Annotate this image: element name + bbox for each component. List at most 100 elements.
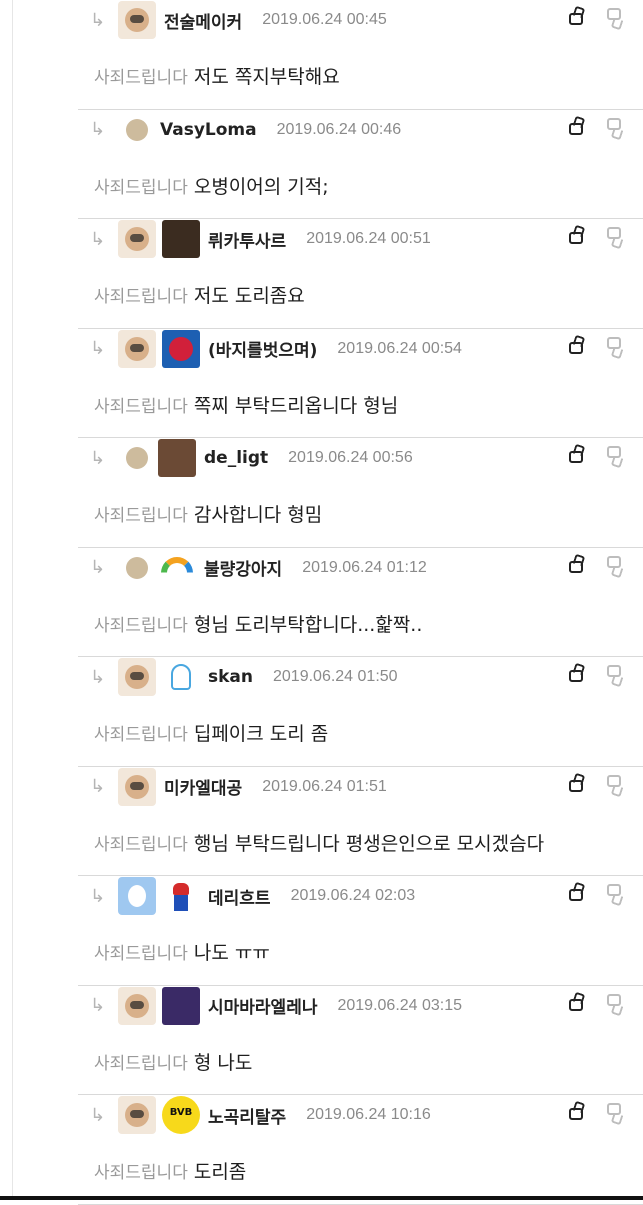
avatar[interactable]	[118, 220, 156, 258]
author-name[interactable]: skan	[208, 667, 253, 687]
reply-to-name[interactable]: 사죄드립니다	[94, 611, 188, 637]
thumbs-down-icon[interactable]	[605, 335, 625, 357]
author-name[interactable]: (바지를벗으며)	[208, 336, 317, 361]
comment-item: ↳ 데리흐트 2019.06.24 02:03 사죄드립니다 나도 ㅠㅠ	[78, 876, 643, 986]
author-name[interactable]: 뤼카투사르	[208, 227, 286, 252]
reply-to-name[interactable]: 사죄드립니다	[94, 720, 188, 746]
vote-buttons	[567, 1101, 625, 1123]
avatar[interactable]	[126, 447, 148, 469]
reply-arrow-icon: ↳	[90, 1104, 106, 1126]
vote-buttons	[567, 773, 625, 795]
thumbs-up-icon[interactable]	[567, 335, 587, 357]
avatar[interactable]	[126, 118, 148, 141]
comment-date: 2019.06.24 01:12	[302, 558, 427, 576]
vote-buttons	[567, 444, 625, 466]
thumbs-down-icon[interactable]	[605, 225, 625, 247]
thumbs-down-icon[interactable]	[605, 6, 625, 28]
thumbs-down-icon[interactable]	[605, 773, 625, 795]
author-name[interactable]: 미카엘대공	[164, 774, 242, 799]
bottom-bar	[0, 1196, 643, 1200]
vote-buttons	[567, 335, 625, 357]
thumbs-up-icon[interactable]	[567, 116, 587, 138]
avatar[interactable]	[118, 877, 156, 915]
user-badge-icon	[158, 439, 196, 477]
vote-buttons	[567, 882, 625, 904]
thumbs-down-icon[interactable]	[605, 116, 625, 138]
reply-arrow-icon: ↳	[90, 119, 106, 140]
author-name[interactable]: 데리흐트	[208, 884, 271, 909]
reply-to-name[interactable]: 사죄드립니다	[94, 1049, 188, 1075]
thumbs-up-icon[interactable]	[567, 444, 587, 466]
comment-date: 2019.06.24 03:15	[337, 996, 463, 1014]
reply-to-name[interactable]: 사죄드립니다	[94, 392, 188, 418]
author-name[interactable]: 시마바라엘레나	[208, 993, 317, 1018]
comment-item: ↳ de_ligt 2019.06.24 00:56 사죄드립니다 감사합니다 …	[78, 438, 643, 548]
avatar[interactable]	[118, 329, 156, 368]
comment-header: ↳ 미카엘대공 2019.06.24 01:51	[78, 767, 643, 807]
reply-to-name[interactable]: 사죄드립니다	[94, 173, 188, 199]
author-name[interactable]: 불량강아지	[204, 555, 282, 580]
avatar[interactable]	[118, 986, 156, 1025]
reply-to-name[interactable]: 사죄드립니다	[94, 282, 188, 308]
avatar[interactable]	[118, 658, 156, 696]
comment-item: ↳ 전술메이커 2019.06.24 00:45 사죄드립니다 저도 쪽지부탁해…	[78, 0, 643, 110]
comment-header: ↳ 데리흐트 2019.06.24 02:03	[78, 876, 643, 916]
comment-text: 저도 쪽지부탁해요	[193, 66, 340, 88]
reply-arrow-icon: ↳	[90, 776, 106, 797]
user-badge-icon	[162, 658, 200, 696]
vote-buttons	[567, 992, 625, 1014]
thumbs-down-icon[interactable]	[605, 663, 625, 685]
thumbs-up-icon[interactable]	[567, 773, 587, 795]
thumbs-up-icon[interactable]	[567, 663, 587, 685]
comment-list: ↳ 전술메이커 2019.06.24 00:45 사죄드립니다 저도 쪽지부탁해…	[78, 0, 643, 1205]
comment-text: 감사합니다 형밈	[193, 504, 323, 526]
thumbs-down-icon[interactable]	[605, 992, 625, 1014]
thumbs-up-icon[interactable]	[567, 992, 587, 1014]
avatar[interactable]	[118, 1, 156, 39]
reply-to-name[interactable]: 사죄드립니다	[94, 63, 188, 89]
reply-to-name[interactable]: 사죄드립니다	[94, 1158, 188, 1184]
thumbs-up-icon[interactable]	[567, 6, 587, 28]
thumbs-down-icon[interactable]	[605, 554, 625, 576]
avatar[interactable]	[118, 1096, 156, 1134]
avatar[interactable]	[126, 556, 148, 579]
author-name[interactable]: 노곡리탈주	[208, 1103, 286, 1128]
thumbs-down-icon[interactable]	[605, 444, 625, 466]
comment-item: ↳ 미카엘대공 2019.06.24 01:51 사죄드립니다 행님 부탁드립니…	[78, 767, 643, 876]
thumbs-down-icon[interactable]	[605, 1101, 625, 1123]
reply-arrow-icon: ↳	[90, 995, 106, 1016]
thumbs-up-icon[interactable]	[567, 225, 587, 247]
comment-body: 사죄드립니다 형 나도	[94, 1048, 643, 1075]
thumbs-up-icon[interactable]	[567, 1101, 587, 1123]
comment-body: 사죄드립니다 딥페이크 도리 좀	[94, 719, 643, 746]
author-name[interactable]: de_ligt	[204, 448, 268, 468]
comment-item: ↳ skan 2019.06.24 01:50 사죄드립니다 딥페이크 도리 좀	[78, 657, 643, 767]
user-badge-icon	[162, 329, 200, 368]
comment-body: 사죄드립니다 감사합니다 형밈	[94, 500, 643, 527]
comment-item: ↳ VasyLoma 2019.06.24 00:46 사죄드립니다 오병이어의…	[78, 110, 643, 219]
reply-to-name[interactable]: 사죄드립니다	[94, 939, 188, 965]
comment-header: ↳ skan 2019.06.24 01:50	[78, 657, 643, 697]
avatar[interactable]	[118, 767, 156, 806]
thumbs-up-icon[interactable]	[567, 882, 587, 904]
reply-to-name[interactable]: 사죄드립니다	[94, 830, 188, 856]
reply-arrow-icon: ↳	[90, 228, 106, 250]
comment-item: ↳ 시마바라엘레나 2019.06.24 03:15 사죄드립니다 형 나도	[78, 986, 643, 1095]
reply-to-name[interactable]: 사죄드립니다	[94, 501, 188, 527]
comment-body: 사죄드립니다 나도 ㅠㅠ	[94, 938, 643, 965]
author-name[interactable]: VasyLoma	[160, 120, 257, 140]
user-badge-icon: BVB	[162, 1096, 200, 1134]
comment-body: 사죄드립니다 저도 도리좀요	[94, 281, 643, 308]
comment-date: 2019.06.24 00:51	[306, 230, 431, 247]
comment-text: 저도 도리좀요	[193, 285, 305, 307]
vote-buttons	[567, 225, 625, 247]
thumbs-down-icon[interactable]	[605, 882, 625, 904]
comment-text: 오병이어의 기적;	[193, 175, 329, 198]
comment-header: ↳ de_ligt 2019.06.24 00:56	[78, 438, 643, 478]
comment-header: ↳ BVB 노곡리탈주 2019.06.24 10:16	[78, 1095, 643, 1135]
author-name[interactable]: 전술메이커	[164, 8, 242, 33]
thumbs-up-icon[interactable]	[567, 554, 587, 576]
comment-body: 사죄드립니다 도리좀	[94, 1157, 643, 1184]
comment-date: 2019.06.24 00:46	[276, 120, 402, 138]
comment-header: ↳ 뤼카투사르 2019.06.24 00:51	[78, 219, 643, 259]
